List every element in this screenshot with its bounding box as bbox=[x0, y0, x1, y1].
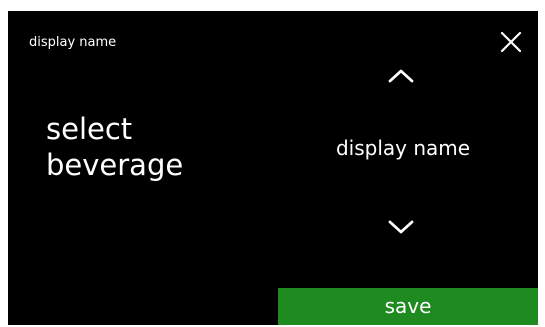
save-button[interactable]: save bbox=[278, 288, 538, 325]
scroll-up-button[interactable] bbox=[387, 68, 415, 84]
close-icon bbox=[500, 31, 522, 53]
prompt-line-1: select bbox=[46, 112, 133, 146]
selected-option-value[interactable]: display name bbox=[278, 135, 528, 161]
select-beverage-prompt: select beverage bbox=[46, 111, 266, 183]
scroll-down-button[interactable] bbox=[387, 219, 415, 235]
prompt-line-2: beverage bbox=[46, 148, 184, 182]
dispenser-screen: display name select beverage display nam… bbox=[8, 11, 538, 325]
chevron-up-icon bbox=[388, 69, 414, 83]
chevron-down-icon bbox=[388, 220, 414, 234]
close-button[interactable] bbox=[500, 31, 522, 53]
header-title: display name bbox=[29, 35, 117, 50]
